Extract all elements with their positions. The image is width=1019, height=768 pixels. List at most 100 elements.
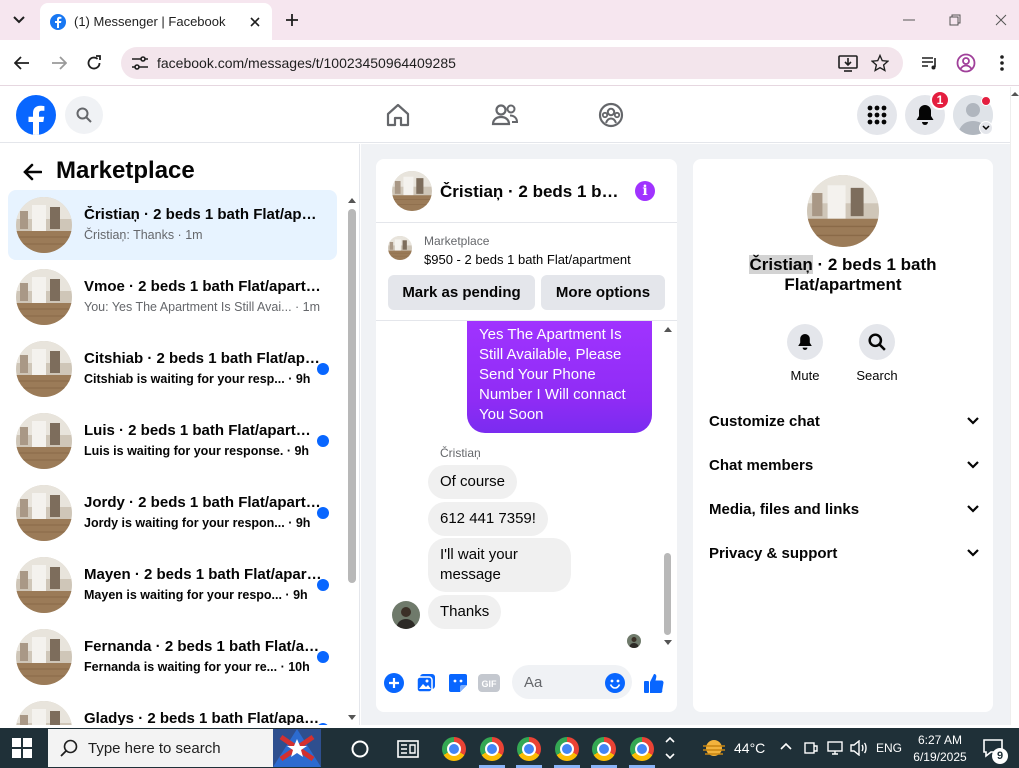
windows-start-icon[interactable] xyxy=(12,738,32,758)
conversation-thumbnail xyxy=(16,701,72,725)
chrome-icon[interactable] xyxy=(441,736,467,762)
unread-dot xyxy=(317,435,329,447)
home-icon[interactable] xyxy=(383,100,413,130)
media-icon[interactable] xyxy=(918,52,942,74)
outgoing-message[interactable]: Yes The Apartment Is Still Available, Pl… xyxy=(467,321,652,433)
network-icon[interactable] xyxy=(826,740,844,756)
conversation-item[interactable]: Vmoe · 2 beds 1 bath Flat/apartment You: … xyxy=(8,262,337,332)
chat-avatar[interactable] xyxy=(392,171,432,211)
groups-icon[interactable] xyxy=(596,100,626,130)
reload-icon[interactable] xyxy=(81,50,107,76)
gif-icon[interactable]: GIF xyxy=(478,672,500,694)
chevron-up-icon[interactable] xyxy=(780,742,792,750)
restore-icon[interactable] xyxy=(944,10,966,30)
back-icon[interactable] xyxy=(9,50,35,76)
clock[interactable]: 6:27 AM 6/19/2025 xyxy=(908,732,972,766)
weather-icon[interactable] xyxy=(701,738,727,758)
conversation-item[interactable]: Citshiab · 2 beds 1 bath Flat/apartment C… xyxy=(8,334,337,404)
task-view-icon[interactable] xyxy=(347,736,373,762)
address-bar[interactable]: facebook.com/messages/t/1002345096440928… xyxy=(121,47,903,79)
conversation-item[interactable]: Gladys · 2 beds 1 bath Flat/apartment xyxy=(8,694,337,725)
conversation-item[interactable]: Fernanda · 2 beds 1 bath Flat/apartment F… xyxy=(8,622,337,692)
listing-thumbnail[interactable] xyxy=(388,236,412,260)
emoji-icon[interactable] xyxy=(604,672,626,694)
temperature-text[interactable]: 44°C xyxy=(734,740,765,756)
people-icon[interactable] xyxy=(804,740,818,756)
chat-members-row[interactable]: Chat members xyxy=(709,453,979,477)
plus-circle-icon[interactable] xyxy=(383,672,405,694)
conversation-thumbnail xyxy=(16,197,72,253)
gallery-icon[interactable] xyxy=(415,672,437,694)
clock-time: 6:27 AM xyxy=(917,733,963,747)
clock-date: 6/19/2025 xyxy=(913,750,967,764)
chat-title[interactable]: Čristiaņ · 2 beds 1 bath Flat/apartment xyxy=(440,182,620,202)
close-window-icon[interactable] xyxy=(990,10,1012,30)
incoming-message[interactable]: 612 441 7359! xyxy=(428,502,548,536)
svg-text:GIF: GIF xyxy=(482,679,498,689)
chevron-down-icon[interactable] xyxy=(979,121,993,135)
info-icon[interactable]: i xyxy=(635,181,655,201)
incoming-message[interactable]: Thanks xyxy=(428,595,502,629)
search-label: Search xyxy=(856,368,898,383)
chrome-icon[interactable] xyxy=(554,736,580,762)
search-icon[interactable] xyxy=(65,96,103,134)
star-icon[interactable] xyxy=(868,52,892,74)
taskbar-search-placeholder: Type here to search xyxy=(88,739,221,757)
listing-title[interactable]: $950 - 2 beds 1 bath Flat/apartment xyxy=(424,252,631,267)
incoming-message[interactable]: Of course xyxy=(428,465,518,499)
back-arrow-icon[interactable] xyxy=(20,160,44,184)
browser-tab[interactable]: (1) Messenger | Facebook xyxy=(40,3,272,40)
chrome-icon[interactable] xyxy=(591,736,617,762)
conversation-thumbnail xyxy=(16,485,72,541)
conversation-item[interactable]: Jordy · 2 beds 1 bath Flat/apartment Jord… xyxy=(8,478,337,548)
sender-name: Čristiaņ xyxy=(440,446,481,460)
volume-icon[interactable] xyxy=(850,740,868,756)
conversation-avatar[interactable] xyxy=(807,175,879,247)
message-scrollbar[interactable] xyxy=(663,325,673,647)
facebook-logo-icon[interactable] xyxy=(16,95,56,135)
plus-icon[interactable] xyxy=(281,9,303,31)
unread-dot xyxy=(317,363,329,375)
thumbs-up-icon[interactable] xyxy=(643,672,665,694)
tune-icon[interactable] xyxy=(131,55,149,71)
mute-button[interactable]: Mute xyxy=(775,324,835,383)
unread-dot xyxy=(317,579,329,591)
media-files-links-row[interactable]: Media, files and links xyxy=(709,497,979,521)
customize-chat-row[interactable]: Customize chat xyxy=(709,409,979,433)
conversation-name: Luis · 2 beds 1 bath Flat/apartment xyxy=(84,422,324,439)
kebab-icon[interactable] xyxy=(990,52,1014,74)
minimize-icon[interactable] xyxy=(898,10,920,30)
sender-avatar[interactable] xyxy=(392,601,420,629)
widgets-icon[interactable] xyxy=(395,736,421,762)
chrome-icon[interactable] xyxy=(629,736,655,762)
chrome-icon[interactable] xyxy=(516,736,542,762)
sticker-icon[interactable] xyxy=(447,672,469,694)
friends-icon[interactable] xyxy=(490,100,520,130)
conversation-item[interactable]: Mayen · 2 beds 1 bath Flat/apartment Maye… xyxy=(8,550,337,620)
conversation-preview: You: Yes The Apartment Is Still Avai... … xyxy=(84,300,321,314)
conversation-preview: Citshiab is waiting for your resp... · 9… xyxy=(84,372,311,386)
privacy-support-row[interactable]: Privacy & support xyxy=(709,541,979,565)
conversation-thumbnail xyxy=(16,341,72,397)
close-icon[interactable] xyxy=(244,11,266,33)
incoming-message[interactable]: I'll wait your message xyxy=(428,538,571,592)
install-icon[interactable] xyxy=(836,52,860,74)
chrome-icon[interactable] xyxy=(479,736,505,762)
search-in-conversation-button[interactable]: Search xyxy=(847,324,907,383)
forward-icon[interactable] xyxy=(46,50,72,76)
conversation-thumbnail xyxy=(16,269,72,325)
conversation-item[interactable]: Čristiaņ · 2 beds 1 bath Flat/apartment Č… xyxy=(8,190,337,260)
tab-search-icon[interactable] xyxy=(8,9,30,31)
menu-grid-icon[interactable] xyxy=(857,95,897,135)
taskbar-scroll-icon[interactable] xyxy=(664,732,678,764)
conversation-list: Čristiaņ · 2 beds 1 bath Flat/apartment Č… xyxy=(0,190,345,725)
mark-as-pending-button[interactable]: Mark as pending xyxy=(388,275,535,310)
more-options-button[interactable]: More options xyxy=(541,275,665,310)
language-indicator[interactable]: ENG xyxy=(876,741,902,755)
conversation-preview: Fernanda is waiting for your re... · 10h xyxy=(84,660,310,674)
chevron-down-icon xyxy=(967,461,979,469)
page-scrollbar[interactable] xyxy=(1010,87,1019,725)
conversation-item[interactable]: Luis · 2 beds 1 bath Flat/apartment Luis … xyxy=(8,406,337,476)
profile-icon[interactable] xyxy=(954,52,978,74)
conversation-list-scrollbar[interactable] xyxy=(347,196,357,724)
